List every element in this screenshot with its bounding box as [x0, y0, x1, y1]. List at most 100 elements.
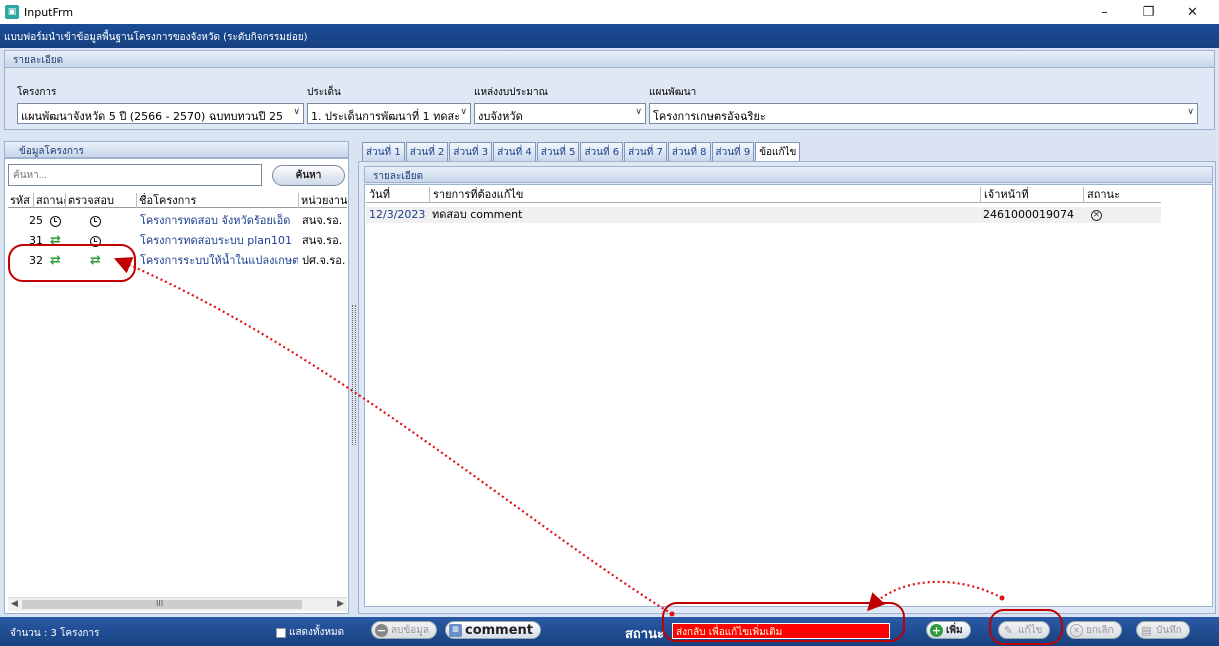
- show-all-checkbox[interactable]: แสดงทั้งหมด: [276, 625, 344, 640]
- delete-button-label: ลบข้อมูล: [391, 624, 430, 636]
- corrections-detail-header: รายละเอียด: [364, 166, 1213, 183]
- chevron-down-icon: ∨: [1187, 107, 1194, 117]
- scroll-right-icon[interactable]: ▶: [337, 599, 344, 609]
- add-button-label: เพิ่ม: [946, 624, 963, 636]
- clock-icon: [88, 233, 108, 248]
- issue-select-value: 1. ประเด็นการพัฒนาที่ 1 ทดสะ: [311, 110, 461, 123]
- column-header-id[interactable]: รหัส: [8, 193, 33, 208]
- cancel-button[interactable]: ✕ ยกเลิก: [1066, 621, 1122, 639]
- tab-part-9[interactable]: ส่วนที่ 9: [711, 142, 755, 161]
- table-row[interactable]: 31 ⇄ โครงการทดสอบระบบ plan101 สนจ.รอ.: [8, 233, 347, 248]
- tab-part-4[interactable]: ส่วนที่ 4: [493, 142, 536, 161]
- minus-circle-icon: −: [375, 623, 388, 637]
- delete-button[interactable]: − ลบข้อมูล: [371, 621, 438, 639]
- row-officer: 2461000019074: [983, 208, 1074, 221]
- project-select-value: แผนพัฒนาจังหวัด 5 ปี (2566 - 2570) ฉบทบท…: [21, 110, 283, 123]
- table-row[interactable]: 25 โครงการทดสอบ จังหวัดร้อยเอ็ด สนจ.รอ.: [8, 213, 347, 228]
- column-header-check[interactable]: ตรวจสอบ: [65, 193, 136, 208]
- column-header-name[interactable]: ชื่อโครงการ: [136, 193, 298, 208]
- row-project-name: โครงการทดสอบ จังหวัดร้อยเอ็ด: [140, 214, 291, 227]
- close-button[interactable]: ✕: [1170, 0, 1215, 24]
- chevron-down-icon: ∨: [460, 107, 467, 117]
- table-row[interactable]: 32 ⇄ ⇄ โครงการระบบให้น้ำในแปลงเกษตร ปศ.จ…: [8, 253, 347, 268]
- window-title: InputFrm: [24, 5, 74, 19]
- sync-icon: ⇄: [50, 253, 61, 268]
- plan-label: แผนพัฒนา: [649, 87, 697, 98]
- sync-icon: ⇄: [90, 253, 101, 268]
- row-unit: สนจ.รอ.: [302, 214, 343, 227]
- tab-part-1[interactable]: ส่วนที่ 1: [362, 142, 405, 161]
- plan-select-value: โครงการเกษตรอัจฉริยะ: [653, 110, 766, 123]
- horizontal-scrollbar[interactable]: ◀ III ▶: [8, 597, 347, 611]
- search-input[interactable]: [8, 164, 262, 186]
- issue-select[interactable]: 1. ประเด็นการพัฒนาที่ 1 ทดสะ ∨: [307, 103, 471, 124]
- app-window: ▣ InputFrm – ❐ ✕ แบบฟอร์มนำเข้าข้อมูลพื้…: [0, 0, 1219, 646]
- minimize-button[interactable]: –: [1082, 0, 1127, 24]
- show-all-label: แสดงทั้งหมด: [289, 627, 345, 638]
- restore-button[interactable]: ❐: [1126, 0, 1171, 24]
- column-header-status[interactable]: สถานะ: [1083, 187, 1161, 203]
- corrections-grid-header: วันที่ รายการที่ต้องแก้ไข เจ้าหน้าที่ สถ…: [366, 187, 1161, 203]
- chevron-down-icon: ∨: [293, 107, 300, 117]
- tab-part-8[interactable]: ส่วนที่ 8: [667, 142, 711, 161]
- filter-panel: โครงการ แผนพัฒนาจังหวัด 5 ปี (2566 - 257…: [4, 68, 1215, 130]
- clock-icon: [88, 213, 108, 228]
- scrollbar-grip: III: [156, 599, 164, 608]
- status-label: สถานะ: [625, 627, 664, 642]
- chevron-down-icon: ∨: [635, 107, 642, 117]
- budget-label: แหล่งงบประมาณ: [474, 87, 548, 98]
- corrections-grid: [364, 184, 1213, 607]
- comment-icon: ≡: [449, 623, 462, 637]
- project-label: โครงการ: [17, 87, 57, 98]
- row-project-name: โครงการทดสอบระบบ plan101: [140, 234, 293, 247]
- tab-part-3[interactable]: ส่วนที่ 3: [449, 142, 493, 161]
- comment-button-label: comment: [465, 622, 534, 638]
- tab-part-7[interactable]: ส่วนที่ 7: [624, 142, 667, 161]
- edit-button[interactable]: ✎ แก้ไข: [998, 621, 1051, 639]
- column-header-date[interactable]: วันที่: [366, 187, 429, 203]
- status-value: ส่งกลับ เพื่อแก้ไขเพิ่มเติม: [672, 623, 890, 639]
- tab-strip: ส่วนที่ 1 ส่วนที่ 2 ส่วนที่ 3 ส่วนที่ 4 …: [362, 142, 801, 162]
- detail-section-header: รายละเอียด: [4, 50, 1215, 68]
- issue-label: ประเด็น: [307, 87, 341, 98]
- sync-icon: ⇄: [50, 233, 61, 248]
- add-button[interactable]: + เพิ่ม: [926, 621, 971, 639]
- budget-select-value: งบจังหวัด: [478, 110, 523, 123]
- column-header-officer[interactable]: เจ้าหน้าที่: [980, 187, 1083, 203]
- edit-icon: ✎: [1003, 623, 1014, 637]
- table-row[interactable]: 12/3/2023 ทดสอบ comment 2461000019074 ✕: [366, 207, 1161, 223]
- checkbox-icon[interactable]: [276, 627, 286, 638]
- project-select[interactable]: แผนพัฒนาจังหวัด 5 ปี (2566 - 2570) ฉบทบท…: [17, 103, 304, 124]
- row-id: 31: [29, 234, 43, 247]
- row-unit: สนจ.รอ.: [302, 234, 343, 247]
- project-count: จำนวน : 3 โครงการ: [10, 628, 100, 639]
- cancel-button-label: ยกเลิก: [1086, 624, 1114, 636]
- save-button-label: บันทึก: [1156, 624, 1182, 636]
- save-icon: ▤: [1141, 623, 1152, 637]
- row-id: 25: [29, 214, 43, 227]
- row-item: ทดสอบ comment: [432, 208, 523, 221]
- budget-select[interactable]: งบจังหวัด ∨: [474, 103, 646, 124]
- tab-part-2[interactable]: ส่วนที่ 2: [405, 142, 449, 161]
- search-button[interactable]: ค้นหา: [272, 165, 345, 186]
- plan-select[interactable]: โครงการเกษตรอัจฉริยะ ∨: [649, 103, 1198, 124]
- panel-splitter[interactable]: [352, 305, 356, 445]
- row-id: 32: [29, 254, 43, 267]
- row-date: 12/3/2023: [369, 208, 426, 221]
- edit-button-label: แก้ไข: [1018, 624, 1043, 636]
- plus-circle-icon: +: [930, 623, 943, 637]
- scroll-left-icon[interactable]: ◀: [11, 599, 18, 609]
- column-header-status[interactable]: สถานะ: [33, 193, 65, 208]
- project-grid-header: รหัส สถานะ ตรวจสอบ ชื่อโครงการ หน่วยงาน: [8, 193, 347, 208]
- title-bar: ▣ InputFrm – ❐ ✕: [0, 0, 1219, 24]
- column-header-unit[interactable]: หน่วยงาน: [298, 193, 347, 208]
- row-unit: ปศ.จ.รอ.: [302, 254, 346, 267]
- column-header-item[interactable]: รายการที่ต้องแก้ไข: [429, 187, 980, 203]
- save-button[interactable]: ▤ บันทึก: [1136, 621, 1190, 639]
- comment-button[interactable]: ≡ comment: [445, 621, 542, 639]
- row-project-name: โครงการระบบให้น้ำในแปลงเกษตร: [140, 254, 298, 267]
- tab-part-6[interactable]: ส่วนที่ 6: [580, 142, 624, 161]
- tab-corrections[interactable]: ข้อแก้ไข: [755, 142, 801, 162]
- cancel-circle-icon: ✕: [1070, 623, 1083, 637]
- tab-part-5[interactable]: ส่วนที่ 5: [536, 142, 580, 161]
